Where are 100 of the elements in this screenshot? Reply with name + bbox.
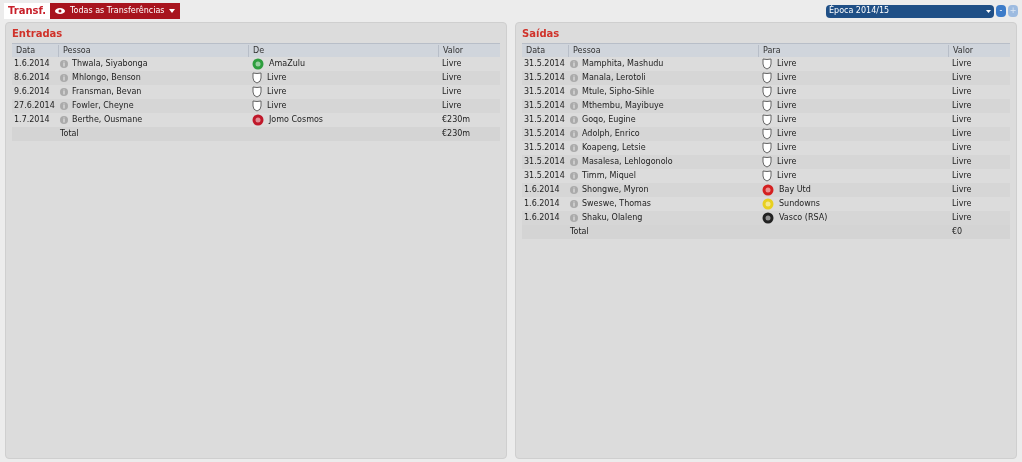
value-cell-text: Livre <box>951 142 972 154</box>
shield-icon <box>762 170 772 182</box>
shield-icon <box>762 142 772 154</box>
person-link[interactable]: Fransman, Bevan <box>72 86 142 98</box>
club-link[interactable]: Livre <box>267 72 287 84</box>
club-link[interactable]: Livre <box>777 100 797 112</box>
column-header[interactable]: Valor <box>438 44 500 57</box>
person-link[interactable]: Berthe, Ousmane <box>72 114 143 126</box>
club-link[interactable]: Bay Utd <box>779 184 811 196</box>
caret-icon <box>986 9 991 13</box>
date-cell-text: 31.5.2014 <box>523 114 565 126</box>
date-cell-text: 1.6.2014 <box>523 212 560 224</box>
person-link[interactable]: Koapeng, Letsie <box>582 142 646 154</box>
info-icon[interactable] <box>60 74 68 82</box>
date-cell-text: 9.6.2014 <box>13 86 50 98</box>
date-cell-text: 1.6.2014 <box>523 198 560 210</box>
date-cell-text: 31.5.2014 <box>523 100 565 112</box>
club-link[interactable]: Livre <box>267 86 287 98</box>
date-cell-text: 31.5.2014 <box>523 58 565 70</box>
info-icon[interactable] <box>570 60 578 68</box>
club-link[interactable]: Livre <box>777 114 797 126</box>
person-link[interactable]: Mamphita, Mashudu <box>582 58 664 70</box>
shield-icon <box>762 128 772 140</box>
person-link[interactable]: Goqo, Eugine <box>582 114 636 126</box>
person-link[interactable]: Sweswe, Thomas <box>582 198 651 210</box>
club-link[interactable]: Livre <box>777 72 797 84</box>
info-icon[interactable] <box>570 130 578 138</box>
person-link[interactable]: Timm, Miquel <box>582 170 636 182</box>
club-link[interactable]: Livre <box>777 86 797 98</box>
value-cell-text: €230m <box>441 114 471 126</box>
shield-icon <box>762 114 772 126</box>
date-cell-text: 27.6.2014 <box>13 100 55 112</box>
info-icon[interactable] <box>60 102 68 110</box>
date-cell-text: 31.5.2014 <box>523 72 565 84</box>
column-header[interactable]: Pessoa <box>568 44 758 57</box>
shield-icon <box>762 156 772 168</box>
club-link[interactable]: Livre <box>777 156 797 168</box>
person-link[interactable]: Mthembu, Mayibuye <box>582 100 664 112</box>
column-header[interactable]: De <box>248 44 438 57</box>
club-link[interactable]: Livre <box>777 128 797 140</box>
club-link[interactable]: Livre <box>777 170 797 182</box>
info-icon[interactable] <box>60 60 68 68</box>
person-link[interactable]: Shaku, Olaleng <box>582 212 643 224</box>
filter-dropdown[interactable]: Todas as Transferências <box>50 3 181 19</box>
date-cell-text: 1.6.2014 <box>523 184 560 196</box>
person-link[interactable]: Mhlongo, Benson <box>72 72 141 84</box>
column-header[interactable]: Valor <box>948 44 1010 57</box>
shield-icon <box>252 86 262 98</box>
column-header[interactable]: Para <box>758 44 948 57</box>
club-link[interactable]: Livre <box>777 142 797 154</box>
value-cell-text: Livre <box>441 58 462 70</box>
panel-title: Entradas <box>12 27 63 41</box>
value-cell-text: Livre <box>951 58 972 70</box>
value-cell-text: Livre <box>441 100 462 112</box>
shield-icon <box>252 72 262 84</box>
column-header[interactable]: Pessoa <box>58 44 248 57</box>
eye-icon <box>55 8 66 14</box>
person-link[interactable]: Masalesa, Lehlogonolo <box>582 156 673 168</box>
person-link[interactable]: Manala, Lerotoli <box>582 72 646 84</box>
shield-icon <box>762 100 772 112</box>
total-value: €0 <box>951 226 963 238</box>
value-cell-text: Livre <box>951 128 972 140</box>
date-cell-text: 31.5.2014 <box>523 156 565 168</box>
info-icon[interactable] <box>570 116 578 124</box>
info-icon[interactable] <box>570 74 578 82</box>
stepper-button[interactable]: - <box>996 5 1006 17</box>
info-icon[interactable] <box>570 200 578 208</box>
date-cell-text: 1.7.2014 <box>13 114 50 126</box>
info-icon[interactable] <box>60 88 68 96</box>
info-icon[interactable] <box>570 186 578 194</box>
value-cell-text: Livre <box>951 156 972 168</box>
value-cell-text: Livre <box>441 86 462 98</box>
info-icon[interactable] <box>570 102 578 110</box>
person-link[interactable]: Mtule, Sipho-Sihle <box>582 86 655 98</box>
column-header[interactable]: Data <box>522 44 568 57</box>
info-icon[interactable] <box>60 116 68 124</box>
column-header[interactable]: Data <box>12 44 58 57</box>
date-cell-text: 1.6.2014 <box>13 58 50 70</box>
season-dropdown[interactable]: Época 2014/15 <box>826 4 994 18</box>
info-icon[interactable] <box>570 88 578 96</box>
club-link[interactable]: AmaZulu <box>269 58 305 70</box>
info-icon[interactable] <box>570 158 578 166</box>
club-link[interactable]: Livre <box>777 58 797 70</box>
club-link[interactable]: Livre <box>267 100 287 112</box>
info-icon[interactable] <box>570 172 578 180</box>
club-link[interactable]: Sundowns <box>779 198 820 210</box>
club-link[interactable]: Vasco (RSA) <box>779 212 828 224</box>
total-label: Total <box>59 128 79 140</box>
value-cell-text: Livre <box>441 72 462 84</box>
person-link[interactable]: Adolph, Enrico <box>582 128 640 140</box>
info-icon[interactable] <box>570 144 578 152</box>
info-icon[interactable] <box>570 214 578 222</box>
person-link[interactable]: Fowler, Cheyne <box>72 100 134 112</box>
person-link[interactable]: Shongwe, Myron <box>582 184 649 196</box>
value-cell-text: Livre <box>951 86 972 98</box>
total-value: €230m <box>441 128 471 140</box>
date-cell-text: 31.5.2014 <box>523 86 565 98</box>
shield-icon <box>252 100 262 112</box>
club-link[interactable]: Jomo Cosmos <box>269 114 323 126</box>
person-link[interactable]: Thwala, Siyabonga <box>72 58 148 70</box>
